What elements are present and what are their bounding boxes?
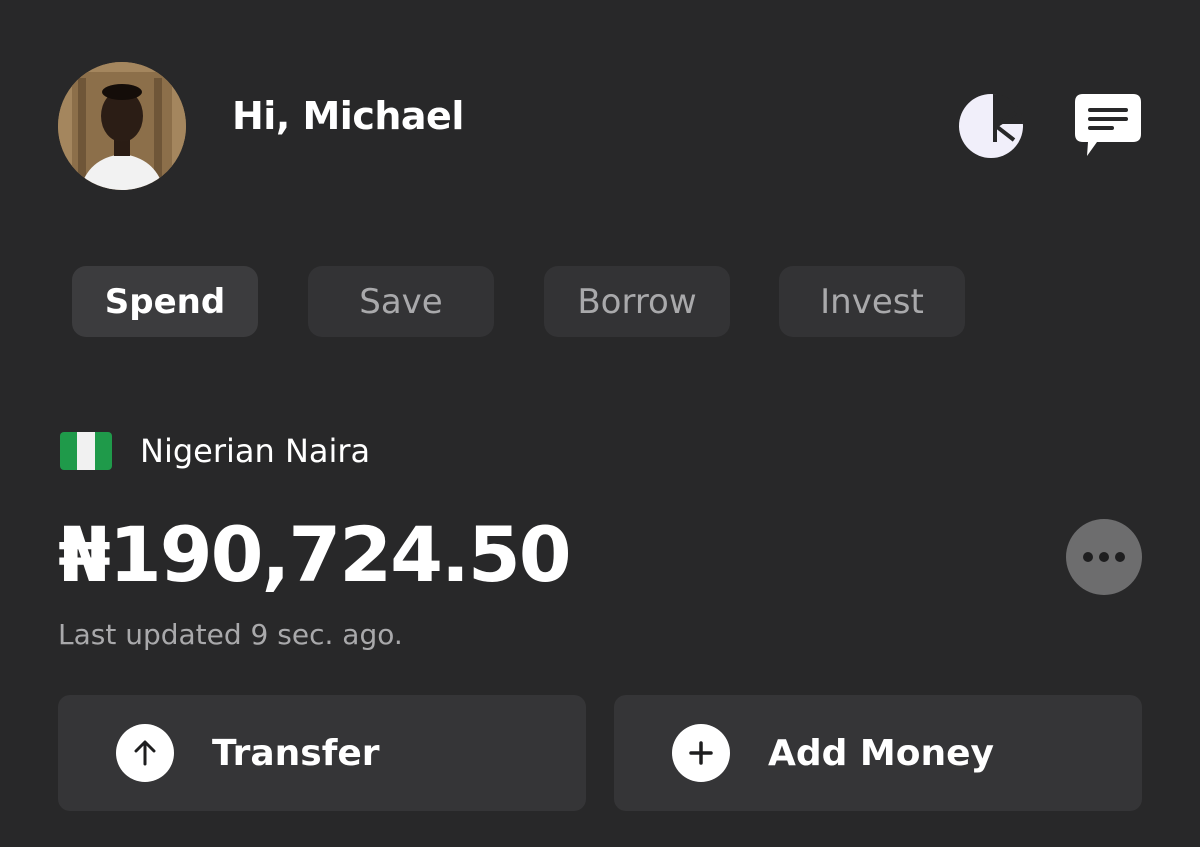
add-money-label: Add Money [768, 732, 995, 774]
messages-icon[interactable] [1073, 92, 1143, 158]
analytics-icon[interactable] [958, 93, 1024, 159]
avatar-photo [58, 62, 186, 190]
tab-invest[interactable]: Invest [779, 266, 965, 337]
plus-icon [672, 724, 730, 782]
avatar[interactable] [58, 62, 186, 190]
account-balance: ₦190,724.50 [58, 510, 572, 599]
last-updated-text: Last updated 9 sec. ago. [58, 618, 403, 651]
transfer-button[interactable]: Transfer [58, 695, 586, 811]
nigeria-flag-icon [60, 432, 112, 470]
tab-save[interactable]: Save [308, 266, 494, 337]
tab-spend[interactable]: Spend [72, 266, 258, 337]
more-dots-icon [1083, 552, 1125, 562]
tab-borrow[interactable]: Borrow [544, 266, 730, 337]
more-options-button[interactable] [1066, 519, 1142, 595]
greeting: Hi, Michael [232, 94, 464, 138]
transfer-label: Transfer [212, 732, 380, 774]
add-money-button[interactable]: Add Money [614, 695, 1142, 811]
arrow-up-icon [116, 724, 174, 782]
currency-selector[interactable]: Nigerian Naira [60, 432, 370, 470]
currency-name: Nigerian Naira [140, 432, 371, 470]
